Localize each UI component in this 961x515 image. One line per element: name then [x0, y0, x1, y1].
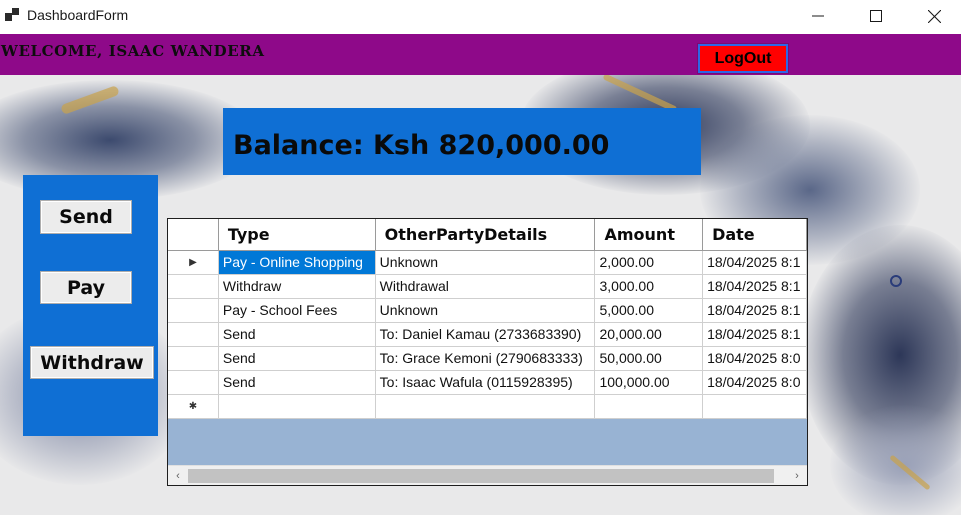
column-header-date[interactable]: Date [702, 219, 807, 251]
cell-otherparty[interactable]: Withdrawal [375, 274, 596, 299]
column-header-amount[interactable]: Amount [594, 219, 704, 251]
transactions-table: Type OtherPartyDetails Amount Date ▶ Pay… [168, 219, 807, 419]
row-header[interactable] [168, 322, 219, 347]
row-header[interactable] [168, 298, 219, 323]
cell-type[interactable]: Send [218, 370, 376, 395]
row-header[interactable] [168, 346, 219, 371]
cell-type[interactable]: Send [218, 322, 376, 347]
cell-date[interactable]: 18/04/2025 8:0 [702, 370, 807, 395]
new-row[interactable]: ✱ [168, 394, 807, 419]
pay-button[interactable]: Pay [40, 271, 132, 304]
window-title: DashboardForm [27, 7, 129, 23]
cell-otherparty[interactable]: To: Isaac Wafula (0115928395) [375, 370, 596, 395]
column-header-otherparty[interactable]: OtherPartyDetails [375, 219, 596, 251]
column-header-type[interactable]: Type [218, 219, 376, 251]
cell-otherparty[interactable]: To: Daniel Kamau (2733683390) [375, 322, 596, 347]
scroll-right-icon[interactable]: › [789, 468, 805, 484]
transactions-grid[interactable]: Type OtherPartyDetails Amount Date ▶ Pay… [167, 218, 808, 486]
app-window-icon [5, 8, 19, 22]
cell-date[interactable] [702, 394, 807, 419]
cell-type[interactable]: Pay - Online Shopping [218, 250, 376, 275]
cell-type[interactable]: Withdraw [218, 274, 376, 299]
cell-date[interactable]: 18/04/2025 8:1 [702, 274, 807, 299]
logout-button[interactable]: LogOut [697, 43, 789, 74]
balance-label: Balance: Ksh 820,000.00 [233, 130, 610, 161]
cell-type[interactable]: Send [218, 346, 376, 371]
cell-date[interactable]: 18/04/2025 8:0 [702, 346, 807, 371]
minimize-button[interactable] [789, 0, 847, 32]
close-icon [927, 9, 941, 23]
horizontal-scrollbar[interactable]: ‹ › [168, 465, 807, 485]
welcome-label: WELCOME, ISAAC WANDERA [1, 42, 265, 60]
cell-otherparty[interactable]: Unknown [375, 250, 596, 275]
row-header[interactable] [168, 274, 219, 299]
cell-amount[interactable]: 50,000.00 [594, 346, 704, 371]
cell-otherparty[interactable]: To: Grace Kemoni (2790683333) [375, 346, 596, 371]
actions-panel: Send Pay Withdraw [23, 175, 158, 436]
table-row[interactable]: Pay - School Fees Unknown 5,000.00 18/04… [168, 298, 807, 323]
new-row-icon: ✱ [188, 400, 198, 412]
table-header-row: Type OtherPartyDetails Amount Date [168, 219, 807, 251]
cell-amount[interactable]: 20,000.00 [594, 322, 704, 347]
minimize-icon [812, 15, 824, 17]
cell-amount[interactable] [594, 394, 704, 419]
cell-otherparty[interactable]: Unknown [375, 298, 596, 323]
cell-date[interactable]: 18/04/2025 8:1 [702, 322, 807, 347]
send-button[interactable]: Send [40, 200, 132, 234]
cell-amount[interactable]: 5,000.00 [594, 298, 704, 323]
cell-date[interactable]: 18/04/2025 8:1 [702, 250, 807, 275]
withdraw-button[interactable]: Withdraw [30, 346, 154, 379]
cell-type[interactable] [218, 394, 376, 419]
maximize-icon [870, 10, 882, 22]
row-header[interactable]: ✱ [168, 394, 219, 419]
table-row[interactable]: Send To: Daniel Kamau (2733683390) 20,00… [168, 322, 807, 347]
cell-amount[interactable]: 100,000.00 [594, 370, 704, 395]
cell-amount[interactable]: 3,000.00 [594, 274, 704, 299]
row-header[interactable]: ▶ [168, 250, 219, 275]
row-header-corner [168, 219, 219, 251]
close-button[interactable] [905, 0, 961, 32]
scrollbar-thumb[interactable] [188, 469, 774, 483]
table-row[interactable]: ▶ Pay - Online Shopping Unknown 2,000.00… [168, 250, 807, 275]
maximize-button[interactable] [847, 0, 905, 32]
row-header[interactable] [168, 370, 219, 395]
balance-banner: Balance: Ksh 820,000.00 [223, 108, 701, 175]
cell-amount[interactable]: 2,000.00 [594, 250, 704, 275]
table-row[interactable]: Withdraw Withdrawal 3,000.00 18/04/2025 … [168, 274, 807, 299]
cell-otherparty[interactable] [375, 394, 596, 419]
cell-date[interactable]: 18/04/2025 8:1 [702, 298, 807, 323]
table-row[interactable]: Send To: Grace Kemoni (2790683333) 50,00… [168, 346, 807, 371]
title-bar: DashboardForm [0, 0, 961, 34]
header-bar: WELCOME, ISAAC WANDERA LogOut [0, 34, 961, 75]
current-row-icon: ▶ [189, 256, 197, 268]
table-row[interactable]: Send To: Isaac Wafula (0115928395) 100,0… [168, 370, 807, 395]
cell-type[interactable]: Pay - School Fees [218, 298, 376, 323]
scroll-left-icon[interactable]: ‹ [170, 468, 186, 484]
